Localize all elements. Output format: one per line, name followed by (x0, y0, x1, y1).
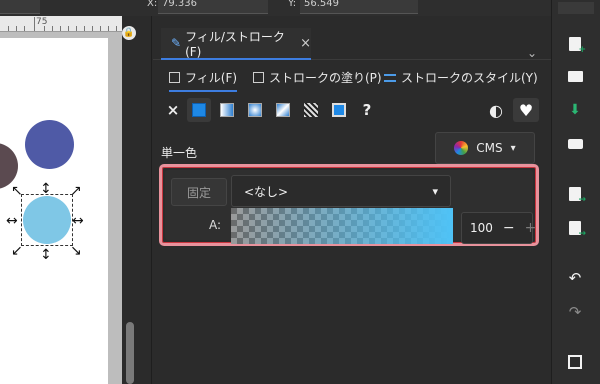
x-coord-value: 79.336 (162, 0, 197, 9)
command-bar: + ⬇ → → ↶ ↷ (551, 0, 600, 384)
x-coord-label: X: (147, 0, 158, 9)
ruler-label: 75 (36, 17, 48, 27)
redo-button[interactable]: ↷ (562, 300, 588, 324)
stroke-style-icon (384, 73, 396, 82)
radial-gradient-icon (248, 103, 262, 117)
paint-subtabs: フィル(F) ストロークの塗り(P) ストロークのスタイル(Y) (153, 66, 551, 92)
scale-handle-icon[interactable]: ↗ (70, 184, 82, 198)
download-icon: ⬇ (569, 102, 581, 118)
y-coord-field[interactable]: 56.549 (300, 0, 418, 14)
redo-icon: ↷ (568, 303, 582, 321)
fill-evenodd-icon: ◐ (489, 100, 503, 120)
highlighted-color-section: 固定 <なし> ▾ A: 100 − + (159, 164, 539, 246)
close-icon[interactable]: × (300, 36, 311, 51)
fill-rule-evenodd-button[interactable]: ◐ (483, 98, 509, 122)
y-coord-label: Y: (288, 0, 297, 9)
cms-dropdown[interactable]: CMS ▾ (435, 132, 535, 164)
alpha-value: 100 (470, 221, 493, 235)
new-document-icon: + (569, 37, 586, 55)
paint-mesh-button[interactable] (271, 98, 295, 122)
paint-none-button[interactable]: × (161, 98, 185, 122)
scale-handle-icon[interactable]: ↕ (40, 248, 52, 262)
paint-unset-button[interactable]: ? (355, 98, 379, 122)
export-icon: → (569, 221, 586, 239)
duplicate-button[interactable] (562, 350, 588, 374)
new-document-button[interactable]: + (562, 32, 588, 56)
tab-fill-stroke[interactable]: ✎ フィル/ストローク(F) × (161, 28, 311, 60)
subtab-fill[interactable]: フィル(F) (169, 69, 238, 92)
decrement-icon[interactable]: − (503, 220, 515, 236)
pattern-icon (304, 103, 318, 117)
duplicate-icon (568, 355, 582, 369)
chevron-down-icon[interactable]: ⌄ (527, 46, 537, 60)
tab-title: フィル/ストローク(F) (185, 29, 285, 59)
scale-handle-icon[interactable]: ↙ (11, 244, 23, 258)
subtab-stroke-style[interactable]: ストロークのスタイル(Y) (384, 69, 538, 86)
open-file-button[interactable] (562, 64, 588, 88)
lock-button[interactable]: 固定 (171, 178, 227, 206)
scrollbar-thumb[interactable] (126, 322, 134, 384)
print-button[interactable] (562, 132, 588, 156)
horizontal-ruler: 75 (0, 16, 122, 32)
blue-circle-shape[interactable] (25, 120, 74, 169)
subtab-stroke-paint[interactable]: ストロークの塗り(P) (253, 69, 382, 86)
color-swatch-select[interactable]: <なし> ▾ (231, 175, 451, 207)
scale-handle-icon[interactable]: ↖ (11, 184, 23, 198)
scale-handle-icon[interactable]: ↕ (40, 182, 52, 196)
fill-rule-nonzero-button[interactable]: ♥ (513, 98, 539, 122)
alpha-label: A: (209, 218, 222, 232)
fill-nonzero-icon: ♥ (518, 100, 534, 120)
color-swatch-value: <なし> (244, 184, 289, 199)
flat-color-icon (192, 103, 206, 117)
scale-handle-icon[interactable]: ↔ (6, 214, 18, 228)
top-toolbar: X: 79.336 Y: 56.549 (0, 0, 600, 16)
increment-icon[interactable]: + (525, 220, 537, 236)
mesh-gradient-icon (276, 103, 290, 117)
export-button[interactable]: → (562, 216, 588, 240)
paint-linear-button[interactable] (215, 98, 239, 122)
canvas-area[interactable]: 75 ↖ ↕ ↗ ↔ ↔ ↙ ↕ ↘ (0, 16, 122, 384)
no-paint-icon: × (166, 101, 180, 119)
subtab-fill-label: フィル(F) (185, 71, 238, 85)
unset-paint-icon: ? (362, 101, 372, 119)
import-button[interactable]: → (562, 182, 588, 206)
color-wheel-icon (454, 141, 469, 155)
caret-down-icon: ▾ (510, 142, 516, 154)
undo-button[interactable]: ↶ (562, 266, 588, 290)
selection-box (21, 194, 73, 246)
alpha-slider[interactable] (231, 208, 453, 244)
lock-guides-icon[interactable]: 🔒 (122, 26, 136, 40)
scale-handle-icon[interactable]: ↔ (72, 214, 84, 228)
dialog-tabbar: ✎ フィル/ストローク(F) × ⌄ (153, 28, 551, 60)
fill-square-icon (169, 72, 180, 83)
x-coord-field[interactable]: 79.336 (158, 0, 268, 14)
y-coord-value: 56.549 (304, 0, 339, 9)
toolbar-segment (0, 0, 40, 14)
paint-swatch-button[interactable] (327, 98, 351, 122)
color-section-panel: 固定 <なし> ▾ A: 100 − + (165, 170, 536, 244)
subtab-stroke-paint-label: ストロークの塗り(P) (269, 71, 382, 85)
paint-radial-button[interactable] (243, 98, 267, 122)
printer-icon (567, 139, 583, 149)
caret-down-icon: ▾ (432, 184, 438, 198)
alpha-spinbox[interactable]: 100 − + (461, 212, 536, 244)
undo-icon: ↶ (568, 269, 582, 287)
toolbar-top-segment (558, 2, 594, 14)
flat-color-label: 単一色 (161, 146, 198, 160)
import-icon: → (569, 187, 586, 205)
stroke-square-icon (253, 72, 264, 83)
linear-gradient-icon (220, 103, 234, 117)
paint-pattern-button[interactable] (299, 98, 323, 122)
paint-flat-button[interactable] (187, 98, 211, 122)
scale-handle-icon[interactable]: ↘ (70, 244, 82, 258)
folder-icon (567, 70, 583, 82)
paint-type-row: × ? ◐ ♥ (163, 98, 543, 122)
save-button[interactable]: ⬇ (562, 98, 588, 122)
brush-icon: ✎ (171, 36, 182, 50)
cms-label: CMS (476, 141, 503, 155)
subtab-stroke-style-label: ストロークのスタイル(Y) (401, 71, 538, 85)
fill-stroke-dialog: ✎ フィル/ストローク(F) × ⌄ フィル(F) ストロークの塗り(P) スト… (153, 16, 551, 384)
swatch-icon (332, 103, 346, 117)
